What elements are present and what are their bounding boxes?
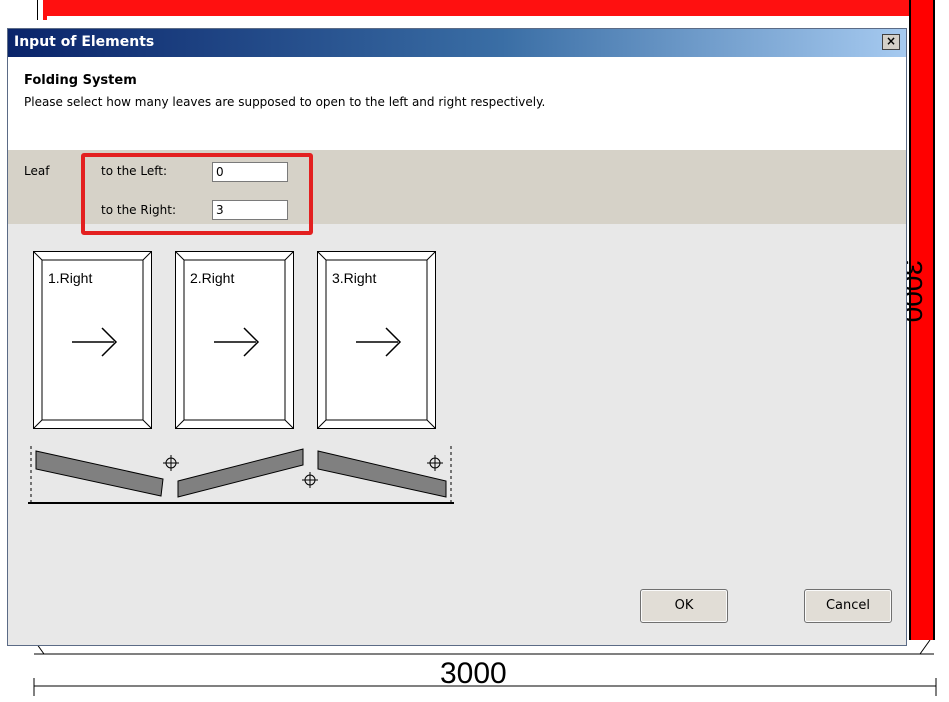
drawing-red-frame-top: [46, 0, 926, 16]
leaf-panel-3: 3.Right: [317, 251, 436, 429]
dimension-width-text: 3000: [440, 657, 507, 690]
pivot-icon-2: [302, 472, 318, 488]
ok-button[interactable]: OK: [640, 589, 728, 623]
folding-plan-diagram: [28, 446, 454, 504]
highlight-box: [81, 153, 313, 235]
dialog-titlebar[interactable]: Input of Elements ×: [8, 29, 906, 57]
header-description: Please select how many leaves are suppos…: [24, 95, 546, 109]
header-title: Folding System: [24, 73, 137, 88]
drawing-edge-line: [37, 0, 38, 20]
dialog-title: Input of Elements: [14, 34, 155, 50]
dialog-header: Folding System Please select how many le…: [8, 57, 906, 151]
pivot-icon-3: [427, 455, 443, 471]
leaf-label: Leaf: [24, 164, 50, 178]
cancel-button[interactable]: Cancel: [804, 589, 892, 623]
input-of-elements-dialog: Input of Elements × Folding System Pleas…: [7, 28, 907, 646]
close-icon[interactable]: ×: [882, 34, 900, 50]
leaf-panel-1: 1.Right: [33, 251, 152, 429]
leaf-panel-2: 2.Right: [175, 251, 294, 429]
leaf-name-1: 1.Right: [48, 270, 93, 286]
leaf-name-2: 2.Right: [190, 270, 235, 286]
pivot-icon-1: [163, 455, 179, 471]
leaf-name-3: 3.Right: [332, 270, 377, 286]
